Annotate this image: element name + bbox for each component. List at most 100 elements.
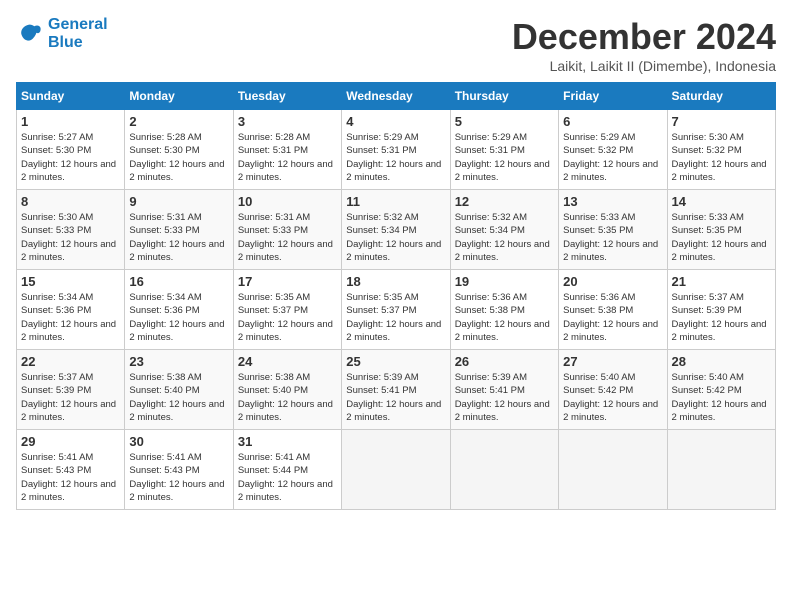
day-number: 14 bbox=[672, 194, 771, 209]
calendar-cell: 20 Sunrise: 5:36 AM Sunset: 5:38 PM Dayl… bbox=[559, 270, 667, 350]
day-info: Sunrise: 5:37 AM Sunset: 5:39 PM Dayligh… bbox=[672, 291, 771, 344]
day-info: Sunrise: 5:32 AM Sunset: 5:34 PM Dayligh… bbox=[455, 211, 554, 264]
day-info: Sunrise: 5:34 AM Sunset: 5:36 PM Dayligh… bbox=[129, 291, 228, 344]
calendar-cell: 3 Sunrise: 5:28 AM Sunset: 5:31 PM Dayli… bbox=[233, 110, 341, 190]
calendar-cell: 4 Sunrise: 5:29 AM Sunset: 5:31 PM Dayli… bbox=[342, 110, 450, 190]
day-info: Sunrise: 5:27 AM Sunset: 5:30 PM Dayligh… bbox=[21, 131, 120, 184]
day-info: Sunrise: 5:36 AM Sunset: 5:38 PM Dayligh… bbox=[563, 291, 662, 344]
day-info: Sunrise: 5:35 AM Sunset: 5:37 PM Dayligh… bbox=[238, 291, 337, 344]
day-number: 13 bbox=[563, 194, 662, 209]
logo: General Blue bbox=[16, 16, 108, 51]
day-info: Sunrise: 5:29 AM Sunset: 5:31 PM Dayligh… bbox=[346, 131, 445, 184]
day-info: Sunrise: 5:38 AM Sunset: 5:40 PM Dayligh… bbox=[129, 371, 228, 424]
calendar-cell: 26 Sunrise: 5:39 AM Sunset: 5:41 PM Dayl… bbox=[450, 350, 558, 430]
day-number: 31 bbox=[238, 434, 337, 449]
day-info: Sunrise: 5:34 AM Sunset: 5:36 PM Dayligh… bbox=[21, 291, 120, 344]
calendar-cell: 14 Sunrise: 5:33 AM Sunset: 5:35 PM Dayl… bbox=[667, 190, 775, 270]
day-number: 24 bbox=[238, 354, 337, 369]
day-info: Sunrise: 5:40 AM Sunset: 5:42 PM Dayligh… bbox=[563, 371, 662, 424]
day-number: 19 bbox=[455, 274, 554, 289]
calendar-cell: 31 Sunrise: 5:41 AM Sunset: 5:44 PM Dayl… bbox=[233, 430, 341, 510]
calendar-cell: 6 Sunrise: 5:29 AM Sunset: 5:32 PM Dayli… bbox=[559, 110, 667, 190]
day-number: 6 bbox=[563, 114, 662, 129]
header-cell-monday: Monday bbox=[125, 83, 233, 110]
day-number: 8 bbox=[21, 194, 120, 209]
day-number: 10 bbox=[238, 194, 337, 209]
day-number: 9 bbox=[129, 194, 228, 209]
calendar-week-1: 1 Sunrise: 5:27 AM Sunset: 5:30 PM Dayli… bbox=[17, 110, 776, 190]
day-info: Sunrise: 5:41 AM Sunset: 5:44 PM Dayligh… bbox=[238, 451, 337, 504]
day-number: 26 bbox=[455, 354, 554, 369]
calendar-cell bbox=[342, 430, 450, 510]
calendar-cell: 28 Sunrise: 5:40 AM Sunset: 5:42 PM Dayl… bbox=[667, 350, 775, 430]
calendar-cell: 22 Sunrise: 5:37 AM Sunset: 5:39 PM Dayl… bbox=[17, 350, 125, 430]
day-info: Sunrise: 5:39 AM Sunset: 5:41 PM Dayligh… bbox=[455, 371, 554, 424]
day-info: Sunrise: 5:39 AM Sunset: 5:41 PM Dayligh… bbox=[346, 371, 445, 424]
calendar-cell bbox=[450, 430, 558, 510]
day-info: Sunrise: 5:31 AM Sunset: 5:33 PM Dayligh… bbox=[238, 211, 337, 264]
calendar-week-4: 22 Sunrise: 5:37 AM Sunset: 5:39 PM Dayl… bbox=[17, 350, 776, 430]
day-number: 3 bbox=[238, 114, 337, 129]
day-number: 29 bbox=[21, 434, 120, 449]
calendar-cell: 18 Sunrise: 5:35 AM Sunset: 5:37 PM Dayl… bbox=[342, 270, 450, 350]
day-info: Sunrise: 5:41 AM Sunset: 5:43 PM Dayligh… bbox=[129, 451, 228, 504]
calendar-cell: 10 Sunrise: 5:31 AM Sunset: 5:33 PM Dayl… bbox=[233, 190, 341, 270]
day-number: 4 bbox=[346, 114, 445, 129]
day-info: Sunrise: 5:35 AM Sunset: 5:37 PM Dayligh… bbox=[346, 291, 445, 344]
header-cell-thursday: Thursday bbox=[450, 83, 558, 110]
day-number: 2 bbox=[129, 114, 228, 129]
header-cell-tuesday: Tuesday bbox=[233, 83, 341, 110]
title-area: December 2024 Laikit, Laikit II (Dimembe… bbox=[512, 16, 776, 74]
day-number: 1 bbox=[21, 114, 120, 129]
day-number: 23 bbox=[129, 354, 228, 369]
header: General Blue December 2024 Laikit, Laiki… bbox=[16, 16, 776, 74]
day-number: 28 bbox=[672, 354, 771, 369]
calendar-cell: 13 Sunrise: 5:33 AM Sunset: 5:35 PM Dayl… bbox=[559, 190, 667, 270]
day-number: 12 bbox=[455, 194, 554, 209]
day-info: Sunrise: 5:38 AM Sunset: 5:40 PM Dayligh… bbox=[238, 371, 337, 424]
day-info: Sunrise: 5:30 AM Sunset: 5:33 PM Dayligh… bbox=[21, 211, 120, 264]
day-info: Sunrise: 5:40 AM Sunset: 5:42 PM Dayligh… bbox=[672, 371, 771, 424]
calendar-cell: 25 Sunrise: 5:39 AM Sunset: 5:41 PM Dayl… bbox=[342, 350, 450, 430]
calendar-header-row: SundayMondayTuesdayWednesdayThursdayFrid… bbox=[17, 83, 776, 110]
calendar-cell: 11 Sunrise: 5:32 AM Sunset: 5:34 PM Dayl… bbox=[342, 190, 450, 270]
day-info: Sunrise: 5:33 AM Sunset: 5:35 PM Dayligh… bbox=[672, 211, 771, 264]
day-info: Sunrise: 5:36 AM Sunset: 5:38 PM Dayligh… bbox=[455, 291, 554, 344]
day-number: 15 bbox=[21, 274, 120, 289]
calendar-cell: 12 Sunrise: 5:32 AM Sunset: 5:34 PM Dayl… bbox=[450, 190, 558, 270]
calendar-cell: 27 Sunrise: 5:40 AM Sunset: 5:42 PM Dayl… bbox=[559, 350, 667, 430]
calendar-table: SundayMondayTuesdayWednesdayThursdayFrid… bbox=[16, 82, 776, 510]
logo-text: General Blue bbox=[48, 16, 108, 51]
calendar-cell: 5 Sunrise: 5:29 AM Sunset: 5:31 PM Dayli… bbox=[450, 110, 558, 190]
day-number: 17 bbox=[238, 274, 337, 289]
header-cell-friday: Friday bbox=[559, 83, 667, 110]
day-info: Sunrise: 5:32 AM Sunset: 5:34 PM Dayligh… bbox=[346, 211, 445, 264]
day-info: Sunrise: 5:31 AM Sunset: 5:33 PM Dayligh… bbox=[129, 211, 228, 264]
calendar-cell: 7 Sunrise: 5:30 AM Sunset: 5:32 PM Dayli… bbox=[667, 110, 775, 190]
day-number: 21 bbox=[672, 274, 771, 289]
calendar-cell: 29 Sunrise: 5:41 AM Sunset: 5:43 PM Dayl… bbox=[17, 430, 125, 510]
day-number: 25 bbox=[346, 354, 445, 369]
calendar-cell: 24 Sunrise: 5:38 AM Sunset: 5:40 PM Dayl… bbox=[233, 350, 341, 430]
day-info: Sunrise: 5:28 AM Sunset: 5:30 PM Dayligh… bbox=[129, 131, 228, 184]
day-number: 5 bbox=[455, 114, 554, 129]
day-info: Sunrise: 5:33 AM Sunset: 5:35 PM Dayligh… bbox=[563, 211, 662, 264]
day-number: 16 bbox=[129, 274, 228, 289]
day-number: 22 bbox=[21, 354, 120, 369]
calendar-cell: 21 Sunrise: 5:37 AM Sunset: 5:39 PM Dayl… bbox=[667, 270, 775, 350]
header-cell-sunday: Sunday bbox=[17, 83, 125, 110]
location-title: Laikit, Laikit II (Dimembe), Indonesia bbox=[512, 58, 776, 74]
calendar-week-3: 15 Sunrise: 5:34 AM Sunset: 5:36 PM Dayl… bbox=[17, 270, 776, 350]
calendar-cell: 17 Sunrise: 5:35 AM Sunset: 5:37 PM Dayl… bbox=[233, 270, 341, 350]
day-info: Sunrise: 5:41 AM Sunset: 5:43 PM Dayligh… bbox=[21, 451, 120, 504]
day-number: 7 bbox=[672, 114, 771, 129]
day-number: 30 bbox=[129, 434, 228, 449]
day-info: Sunrise: 5:37 AM Sunset: 5:39 PM Dayligh… bbox=[21, 371, 120, 424]
day-number: 11 bbox=[346, 194, 445, 209]
header-cell-wednesday: Wednesday bbox=[342, 83, 450, 110]
calendar-cell bbox=[559, 430, 667, 510]
day-number: 20 bbox=[563, 274, 662, 289]
day-number: 27 bbox=[563, 354, 662, 369]
calendar-cell: 15 Sunrise: 5:34 AM Sunset: 5:36 PM Dayl… bbox=[17, 270, 125, 350]
calendar-cell bbox=[667, 430, 775, 510]
